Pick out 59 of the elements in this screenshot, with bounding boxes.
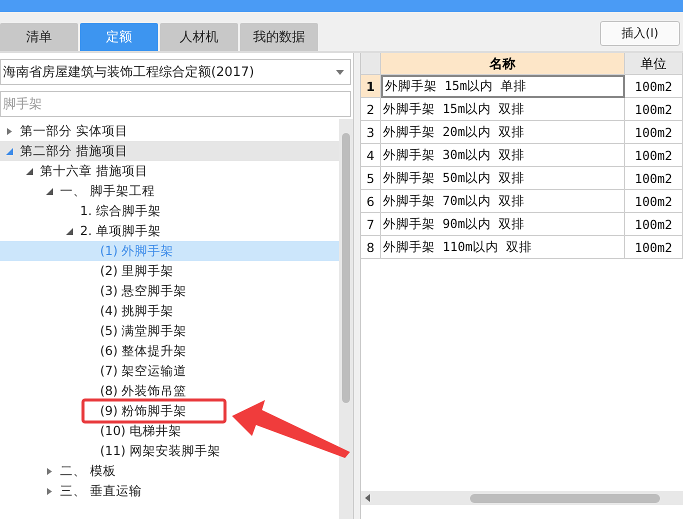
tree-item[interactable]: (6) 整体提升架 <box>0 341 339 361</box>
insert-button[interactable]: 插入(I) <box>600 21 680 46</box>
scrollbar[interactable] <box>339 119 353 519</box>
row-number: 2 <box>361 98 381 121</box>
tree-item[interactable]: 2. 单项脚手架 <box>0 221 339 241</box>
tree-item[interactable]: 第十六章 措施项目 <box>0 161 339 181</box>
column-header: 单位 <box>625 53 683 75</box>
table-cell: 100m2 <box>625 121 683 144</box>
collapsed-arrow-icon[interactable] <box>6 128 13 134</box>
scrollbar[interactable] <box>361 491 683 505</box>
expanded-arrow-icon[interactable] <box>46 188 53 194</box>
row-number: 3 <box>361 121 381 144</box>
table-cell: 外脚手架 70m以内 双排 <box>381 190 625 213</box>
library-dropdown[interactable]: 海南省房屋建筑与装饰工程综合定额(2017) <box>0 59 351 85</box>
tree-item[interactable]: (9) 粉饰脚手架 <box>0 401 339 421</box>
table-cell: 100m2 <box>625 75 683 98</box>
scroll-left-icon[interactable] <box>365 494 370 502</box>
tree-item[interactable]: (7) 架空运输道 <box>0 361 339 381</box>
row-number: 4 <box>361 144 381 167</box>
table-cell: 100m2 <box>625 167 683 190</box>
tab[interactable]: 清单 <box>0 23 78 51</box>
tree-item[interactable]: (10) 电梯井架 <box>0 421 339 441</box>
tree-item[interactable]: 二、 模板 <box>0 461 339 481</box>
row-number: 8 <box>361 236 381 259</box>
tree-item[interactable]: (4) 挑脚手架 <box>0 301 339 321</box>
table-cell: 100m2 <box>625 213 683 236</box>
table-cell: 外脚手架 15m以内 双排 <box>381 98 625 121</box>
table-cell: 外脚手架 20m以内 双排 <box>381 121 625 144</box>
table-cell: 100m2 <box>625 190 683 213</box>
tree-item[interactable]: 1. 综合脚手架 <box>0 201 339 221</box>
tab[interactable]: 人材机 <box>160 23 238 51</box>
tree-item[interactable]: 三、 垂直运输 <box>0 481 339 501</box>
table-cell: 外脚手架 110m以内 双排 <box>381 236 625 259</box>
expanded-arrow-icon[interactable] <box>66 228 73 234</box>
tree-item[interactable]: (3) 悬空脚手架 <box>0 281 339 301</box>
tree-item[interactable]: 第二部分 措施项目 <box>0 141 339 161</box>
row-number: 6 <box>361 190 381 213</box>
table-cell: 外脚手架 15m以内 单排 <box>381 75 625 98</box>
table-cell: 100m2 <box>625 98 683 121</box>
collapsed-arrow-icon[interactable] <box>46 488 53 494</box>
column-header: 名称 <box>381 53 625 75</box>
table-cell: 外脚手架 90m以内 双排 <box>381 213 625 236</box>
table-cell: 100m2 <box>625 144 683 167</box>
tree-item[interactable]: 第一部分 实体项目 <box>0 121 339 141</box>
row-number: 1 <box>361 75 381 98</box>
tree-item[interactable]: (11) 网架安装脚手架 <box>0 441 339 461</box>
tree-item[interactable]: (2) 里脚手架 <box>0 261 339 281</box>
tree-item[interactable]: (5) 满堂脚手架 <box>0 321 339 341</box>
tree-item[interactable]: 一、 脚手架工程 <box>0 181 339 201</box>
tab[interactable]: 我的数据 <box>240 23 318 51</box>
table-cell: 外脚手架 30m以内 双排 <box>381 144 625 167</box>
caret-icon <box>336 70 344 74</box>
row-number: 5 <box>361 167 381 190</box>
table-cell: 外脚手架 50m以内 双排 <box>381 167 625 190</box>
row-number: 7 <box>361 213 381 236</box>
tree-item[interactable]: (8) 外装饰吊篮 <box>0 381 339 401</box>
table-cell: 100m2 <box>625 236 683 259</box>
expanded-arrow-icon[interactable] <box>26 168 33 174</box>
collapsed-arrow-icon[interactable] <box>46 468 53 474</box>
